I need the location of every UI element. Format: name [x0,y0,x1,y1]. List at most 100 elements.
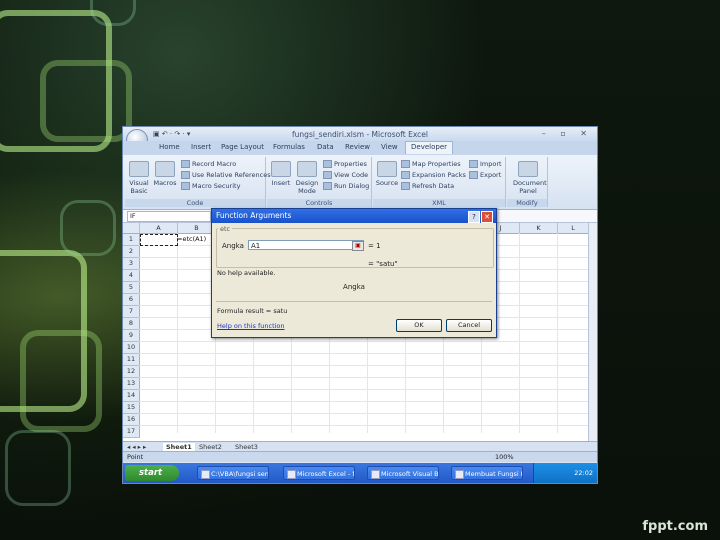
row-header[interactable]: 8 [123,318,140,330]
column-header-corner[interactable] [123,223,140,233]
refresh-data-button[interactable]: Refresh Data [401,182,454,190]
taskbar-item[interactable]: Membuat Fungsi D... [451,466,523,480]
tab-data[interactable]: Data [317,143,334,151]
document-panel-button[interactable]: Document Panel [513,161,547,195]
row-header[interactable]: 10 [123,342,140,354]
argument-input[interactable]: A1 [248,240,364,250]
system-tray: 22:02 [533,463,597,483]
source-button[interactable]: Source [375,161,399,187]
view-code-icon [323,171,332,179]
help-button[interactable]: ? [468,211,480,223]
close-button[interactable]: ✕ [481,211,493,223]
status-mode: Point [127,453,144,461]
taskbar: start C:\VBA\fungsi sen... Microsoft Exc… [123,463,597,483]
group-label-controls: Controls [267,199,371,207]
help-on-function-link[interactable]: Help on this function [217,322,285,330]
macro-security-button[interactable]: Macro Security [181,182,240,190]
row-header[interactable]: 2 [123,246,140,258]
row-header[interactable]: 12 [123,366,140,378]
ribbon: Visual Basic Macros Record Macro Use Rel… [123,155,597,210]
import-button[interactable]: Import [469,160,502,168]
row-header[interactable]: 5 [123,282,140,294]
name-box[interactable]: IF [127,211,211,222]
vertical-scrollbar[interactable] [588,223,597,441]
row-header[interactable]: 3 [123,258,140,270]
gridline [557,233,558,433]
row-header[interactable]: 9 [123,330,140,342]
tab-page-layout[interactable]: Page Layout [221,143,264,151]
gridline [177,233,178,433]
gridline [139,365,589,366]
decorative-square [90,0,136,26]
taskbar-item[interactable]: Microsoft Excel - f... [283,466,355,480]
sheet-tab-sheet2[interactable]: Sheet2 [199,443,222,451]
sheet-tab-sheet3[interactable]: Sheet3 [235,443,258,451]
design-mode-button[interactable]: Design Mode [295,161,319,195]
no-help-text: No help available. [217,269,276,277]
window-controls[interactable]: – ▫ ✕ [542,129,593,138]
cell-a1-marquee[interactable] [140,234,178,246]
group-label-code: Code [125,199,265,207]
map-properties-button[interactable]: Map Properties [401,160,461,168]
relative-references-button[interactable]: Use Relative References [181,171,271,179]
folder-icon [201,470,210,479]
group-code: Visual Basic Macros Record Macro Use Rel… [125,157,271,207]
run-dialog-button[interactable]: Run Dialog [323,182,369,190]
run-dialog-icon [323,182,332,190]
row-header[interactable]: 16 [123,414,140,426]
zoom-level[interactable]: 100% [495,453,514,461]
row-header[interactable]: 14 [123,390,140,402]
divider [216,301,492,302]
gridline [139,377,589,378]
row-header[interactable]: 7 [123,306,140,318]
tab-home[interactable]: Home [159,143,180,151]
taskbar-item[interactable]: C:\VBA\fungsi sen... [197,466,269,480]
word-icon [455,470,464,479]
row-header[interactable]: 6 [123,294,140,306]
start-button[interactable]: start [125,465,179,481]
macros-button[interactable]: Macros [153,161,177,187]
clock: 22:02 [574,469,593,477]
cancel-button[interactable]: Cancel [446,319,492,332]
group-modify: Document Panel Modify [507,157,548,207]
dialog-title: Function Arguments [212,209,496,223]
vba-icon [371,470,380,479]
cell-b1[interactable]: =etc(A1) [177,235,206,243]
tab-formulas[interactable]: Formulas [273,143,305,151]
sheet-nav-arrows[interactable]: ◂ ◂ ▸ ▸ [127,443,146,451]
decorative-square [5,430,71,506]
excel-icon [287,470,296,479]
row-header[interactable]: 4 [123,270,140,282]
gridline [139,389,589,390]
row-header[interactable]: 13 [123,378,140,390]
taskbar-item[interactable]: Microsoft Visual Ba... [367,466,439,480]
relative-references-icon [181,171,190,179]
export-button[interactable]: Export [469,171,501,179]
tab-insert[interactable]: Insert [191,143,211,151]
properties-button[interactable]: Properties [323,160,367,168]
ok-button[interactable]: OK [396,319,442,332]
row-header[interactable]: 17 [123,426,140,438]
insert-control-button[interactable]: Insert [269,161,293,187]
group-label-xml: XML [373,199,505,207]
tab-view[interactable]: View [381,143,398,151]
record-macro-button[interactable]: Record Macro [181,160,236,168]
argument-result: = 1 [368,242,381,250]
collapse-dialog-icon[interactable]: ▣ [352,241,364,251]
column-header[interactable]: L [558,223,589,233]
visual-basic-button[interactable]: Visual Basic [127,161,151,195]
properties-icon [323,160,332,168]
row-header[interactable]: 11 [123,354,140,366]
gridline [139,341,589,342]
sheet-tab-sheet1[interactable]: Sheet1 [163,443,195,451]
group-controls: Insert Design Mode Properties View Code … [267,157,372,207]
column-header[interactable]: K [520,223,558,233]
tab-developer[interactable]: Developer [405,141,454,154]
expansion-packs-button[interactable]: Expansion Packs [401,171,466,179]
ribbon-tabs: Home Insert Page Layout Formulas Data Re… [123,141,597,156]
view-code-button[interactable]: View Code [323,171,368,179]
row-header[interactable]: 1 [123,234,140,246]
column-header[interactable]: A [140,223,178,233]
tab-review[interactable]: Review [345,143,370,151]
row-header[interactable]: 15 [123,402,140,414]
